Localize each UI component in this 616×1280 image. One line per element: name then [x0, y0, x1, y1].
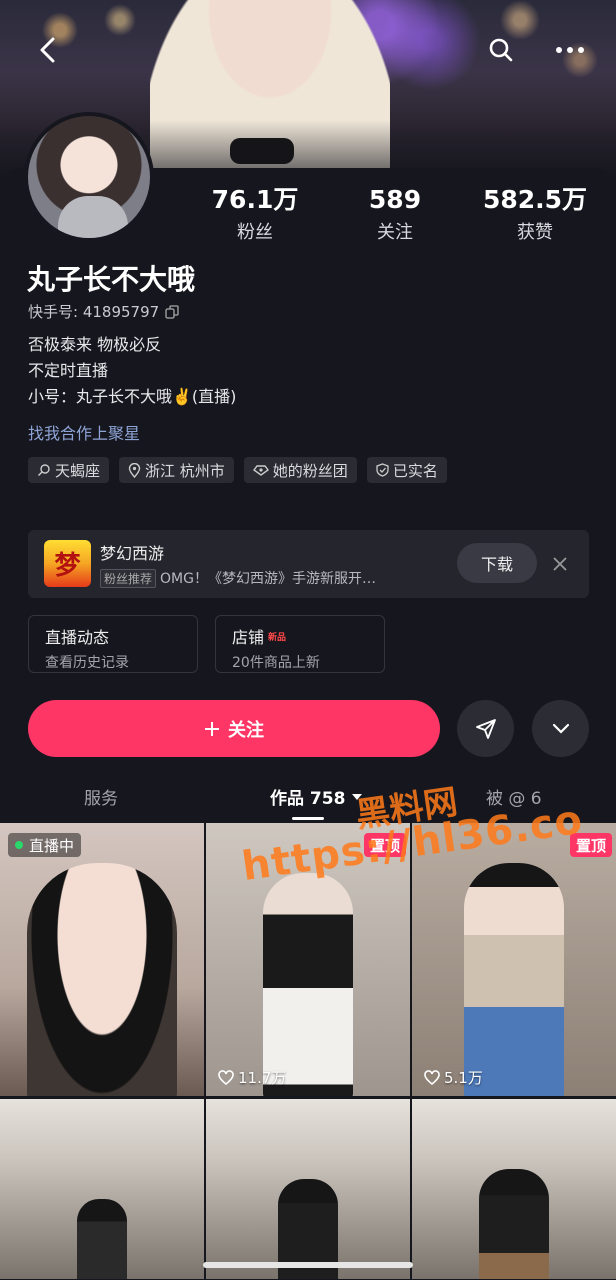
- uid-text: 快手号: 41895797: [28, 303, 160, 321]
- cooperation-link[interactable]: 找我合作上聚星: [28, 420, 140, 444]
- video-thumbnail[interactable]: [412, 1099, 616, 1279]
- chevron-left-icon: [40, 37, 55, 63]
- location-pin-icon: [128, 462, 141, 478]
- ad-chip: 粉丝推荐: [100, 568, 157, 588]
- stat-value: 76.1万: [211, 185, 299, 214]
- entry-title: 直播动态: [45, 628, 110, 647]
- content-tabs: 服务 作品 758 被 @ 6: [0, 780, 616, 820]
- thumbnail-face: [27, 863, 177, 1096]
- stat-label: 粉丝: [237, 222, 273, 243]
- tab-works-label: 作品 758: [270, 789, 346, 809]
- entry-subtitle: 查看历史记录: [45, 655, 129, 671]
- profile-name: 丸子长不大哦: [27, 263, 196, 296]
- caret-down-icon: [352, 793, 363, 800]
- entry-subtitle: 20件商品上新: [232, 655, 320, 671]
- close-icon: [553, 557, 567, 571]
- tag-label: 天蝎座: [55, 461, 101, 480]
- fan-club-icon: [252, 465, 269, 476]
- pinned-badge: 置顶: [569, 833, 612, 857]
- tag-label: 已实名: [392, 461, 438, 480]
- more-button[interactable]: [552, 32, 588, 68]
- tag-verified[interactable]: 已实名: [366, 457, 447, 483]
- pinned-badge: 置顶: [363, 833, 406, 857]
- home-indicator[interactable]: [203, 1262, 413, 1268]
- thumbnail-figure: [263, 873, 353, 1096]
- search-icon: [489, 38, 513, 62]
- tag-fan-club[interactable]: 她的粉丝团: [243, 457, 357, 483]
- profile-stats: 76.1万 粉丝 589 关注 582.5万 获赞: [190, 184, 600, 244]
- likes-value: 5.1万: [444, 1069, 483, 1087]
- stat-value: 589: [368, 185, 422, 214]
- heart-icon: [218, 1070, 234, 1085]
- game-logo: 梦: [44, 540, 91, 587]
- send-icon: [475, 718, 496, 739]
- live-badge: 直播中: [8, 833, 82, 857]
- ad-close-button[interactable]: [548, 552, 572, 576]
- stat-following[interactable]: 589 关注: [330, 184, 460, 244]
- tag-label: 她的粉丝团: [272, 461, 348, 480]
- search-button[interactable]: [483, 32, 519, 68]
- plus-icon: [205, 721, 219, 736]
- likes-count: 5.1万: [424, 1067, 483, 1088]
- shop-entry[interactable]: 店铺 新品 20件商品上新: [215, 615, 385, 673]
- ad-title: 梦幻西游: [100, 544, 165, 563]
- tag-location[interactable]: 浙江 杭州市: [119, 457, 234, 483]
- live-history-entry[interactable]: 直播动态 查看历史记录: [28, 615, 198, 673]
- bio-line: 否极泰来 物极必反: [28, 335, 162, 354]
- game-ad-banner[interactable]: 梦 梦幻西游 粉丝推荐 OMG！《梦幻西游》手游新服开… 下载: [28, 530, 589, 598]
- shield-check-icon: [376, 463, 389, 477]
- stat-followers[interactable]: 76.1万 粉丝: [190, 184, 320, 244]
- thumbnail-figure: [464, 863, 564, 1096]
- video-thumbnail[interactable]: 置顶 11.7万: [206, 823, 410, 1096]
- live-dot-icon: [15, 841, 23, 849]
- bio-line: 不定时直播: [28, 361, 109, 380]
- profile-bio: 否极泰来 物极必反 不定时直播 小号：丸子长不大哦✌️(直播): [28, 332, 236, 410]
- profile-tags: 天蝎座 浙江 杭州市 她的粉丝团 已实名: [28, 457, 447, 483]
- tag-zodiac[interactable]: 天蝎座: [28, 457, 110, 483]
- stat-label: 关注: [377, 222, 413, 243]
- tag-label: 浙江 杭州市: [145, 461, 225, 480]
- game-logo-char: 梦: [54, 551, 81, 581]
- video-thumbnail[interactable]: 直播中: [0, 823, 204, 1096]
- more-dots-icon: [556, 47, 584, 53]
- stat-value: 582.5万: [482, 185, 588, 214]
- bio-line: 小号：丸子长不大哦✌️(直播): [28, 387, 237, 406]
- follow-button[interactable]: 关注: [28, 700, 440, 757]
- thumbnail-figure: [479, 1169, 549, 1279]
- ad-desc: OMG！《梦幻西游》手游新服开…: [160, 571, 376, 587]
- tab-service[interactable]: 服务: [84, 784, 118, 809]
- download-button[interactable]: 下载: [457, 543, 537, 583]
- avatar[interactable]: [24, 112, 154, 242]
- expand-button[interactable]: [532, 700, 589, 757]
- works-grid: 直播中 置顶 11.7万 置顶 5.1万: [0, 823, 616, 1279]
- live-label: 直播中: [29, 836, 75, 855]
- thumbnail-figure: [77, 1199, 127, 1279]
- follow-label: 关注: [228, 719, 264, 741]
- video-thumbnail[interactable]: [206, 1099, 410, 1279]
- heart-icon: [424, 1070, 440, 1085]
- tab-works[interactable]: 作品 758: [270, 784, 363, 809]
- copy-icon[interactable]: [165, 304, 179, 319]
- tab-active-indicator: [292, 817, 324, 820]
- video-thumbnail[interactable]: [0, 1099, 204, 1279]
- likes-count: 11.7万: [218, 1067, 286, 1088]
- ad-subtitle: 粉丝推荐 OMG！《梦幻西游》手游新服开…: [100, 568, 376, 588]
- zodiac-search-icon: [38, 464, 50, 476]
- stat-likes[interactable]: 582.5万 获赞: [470, 184, 600, 244]
- back-button[interactable]: [30, 32, 66, 68]
- new-badge: 新品: [268, 632, 287, 643]
- stat-label: 获赞: [517, 222, 553, 243]
- video-thumbnail[interactable]: 置顶 5.1万: [412, 823, 616, 1096]
- entry-title: 店铺: [232, 628, 265, 647]
- profile-uid: 快手号: 41895797: [28, 301, 179, 322]
- message-button[interactable]: [457, 700, 514, 757]
- tab-mentioned[interactable]: 被 @ 6: [486, 784, 542, 809]
- likes-value: 11.7万: [238, 1069, 287, 1087]
- chevron-down-icon: [552, 723, 569, 734]
